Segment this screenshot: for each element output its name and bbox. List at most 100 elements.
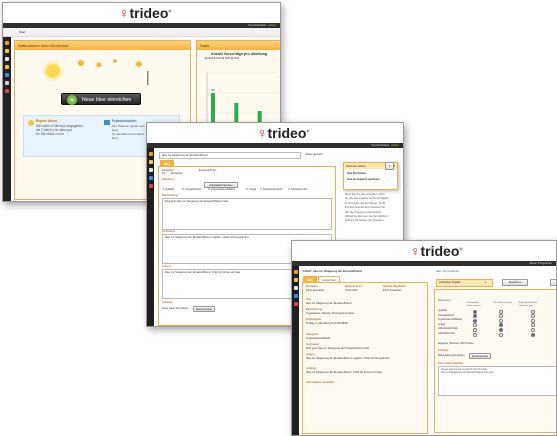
attach-label: Anhänge (438, 349, 449, 352)
rating-radio[interactable] (473, 318, 477, 323)
home-icon[interactable] (293, 270, 298, 274)
chart-data-label: 80 (211, 88, 215, 92)
settings-icon[interactable] (5, 73, 9, 77)
rating-radio[interactable] (499, 327, 503, 332)
popup-item-save-draft[interactable]: Idee als Entwurf speichern (347, 178, 380, 181)
categories-value: Organisation/Abläufe (306, 337, 331, 340)
home-icon[interactable] (148, 152, 153, 156)
window-header: ♀trideo® (292, 241, 556, 261)
new-idea-button[interactable]: + Neue Idee einreichen (61, 93, 141, 105)
inner-link[interactable]: Idee: 123 Gutachten (436, 270, 460, 273)
help-button[interactable]: ? (385, 162, 394, 170)
checkbox-safety[interactable]: ☐ Arbeitssicherheit (260, 188, 282, 191)
sidebar (147, 148, 154, 326)
next-button[interactable] (550, 279, 556, 286)
browse-button[interactable]: Durchsuchen (193, 306, 215, 312)
sidebar (3, 37, 11, 201)
lightbulb-icon[interactable] (5, 49, 9, 53)
comment-label: Kommentar Gutachter (438, 362, 464, 365)
promo-text: Ihre Prämien gesammelt Euro Ihr aktueller … (112, 124, 145, 140)
chart-legend: ■ 2009 ■ 2010 ■ 2011 ■ 2012 (205, 57, 240, 60)
window-header: ♀trideo® (147, 123, 403, 143)
trideo-logo-mark-icon: ♀ (119, 5, 130, 21)
topbar-link[interactable]: Ideen Programm (530, 261, 552, 265)
plus-icon: + (67, 95, 77, 105)
rating-radio[interactable] (499, 314, 503, 319)
rating-radio[interactable] (499, 323, 503, 328)
attach-text: Neue Datei hinzufügen (162, 307, 189, 310)
rating-radio[interactable] (499, 332, 503, 337)
rating-radio[interactable] (531, 323, 535, 328)
rating-radio[interactable] (473, 309, 477, 314)
checkbox-quality[interactable]: ☐ Qualität (162, 188, 174, 191)
settings-icon[interactable] (293, 294, 298, 298)
meta-label-date: Eingereicht am (345, 285, 363, 288)
lightbulb-icon[interactable] (148, 160, 153, 164)
settings-icon[interactable] (148, 176, 153, 180)
rating-col-1: Kein Verbesserung (493, 302, 512, 304)
save-button[interactable]: Speichern (502, 279, 528, 286)
action-select[interactable]: Gutachten Abgabe ▾ (436, 279, 493, 287)
title-label: Titel (306, 298, 311, 301)
rating-radio[interactable] (473, 327, 477, 332)
stats-icon[interactable] (148, 184, 153, 188)
stats-icon[interactable] (293, 302, 298, 306)
rating-radio[interactable] (531, 309, 535, 314)
breadcrumb: Start (3, 28, 280, 37)
rating-row-label: Organisation/Abläufe (438, 318, 463, 322)
lightbulb-icon[interactable] (293, 278, 298, 282)
trideo-logo-mark-icon: ♀ (410, 243, 421, 259)
current-state-label: Ist-Zustand (162, 230, 175, 233)
search-icon[interactable] (293, 286, 298, 290)
rating-col-2: Außergewöhnliche Verbesserung (519, 302, 538, 307)
description-label: Beschreibung (306, 308, 322, 311)
submitter-value: Ich (162, 172, 166, 175)
browse-button[interactable]: Durchsuchen (469, 353, 491, 359)
stats-icon[interactable] (5, 89, 9, 93)
reviewer-info-label: Informationen Gutachter (306, 381, 334, 384)
rating-radio[interactable] (499, 318, 503, 323)
comment-textarea[interactable]: Dieses Kommentar ist jetzt für die Ihnen… (438, 366, 556, 396)
solution-value: Idee zur Steigerung der Einsatzeffizienz… (306, 357, 390, 360)
review-panel: Bewertung Mehrgeltigte Verbesserung Kein… (434, 289, 556, 433)
home-icon[interactable] (5, 41, 9, 45)
review-window: ♀trideo® Ideen Programm 123417: Idee zur… (291, 240, 557, 436)
classification-label: Zuordnung (162, 178, 175, 181)
topbar-user[interactable]: Kontoinhaber (371, 143, 389, 147)
trideo-logo: ♀trideo® (410, 243, 463, 259)
search-icon[interactable] (5, 57, 9, 61)
account-icon (104, 120, 110, 125)
meta-value-editor: Ernst Gutachter (383, 289, 402, 292)
trideo-logo: ♀trideo® (119, 5, 172, 21)
popup-item-submit[interactable]: Idee Einreichen (347, 172, 366, 175)
topbar-status: online (390, 143, 399, 147)
rating-radio[interactable] (499, 309, 503, 314)
rating-row-label: Arbeitssicherheit (438, 327, 458, 331)
area-value: Freitag, 9. Mai 2012 09:20:38 MESZ (306, 322, 348, 325)
ideas-title: Eigene Ideen (36, 119, 57, 123)
meta-label-submitter: Einreicher (306, 285, 318, 288)
rating-radio[interactable] (473, 332, 477, 337)
checkbox-image[interactable]: ☐ Image (246, 188, 256, 191)
people-icon[interactable] (5, 81, 9, 85)
rating-row-label: Umweltschutz (438, 313, 455, 317)
idea-title-input[interactable]: Idee zur Steigerung der Einsatzeffizienz (159, 152, 301, 159)
received-label: Eingereicht am (199, 169, 217, 172)
meta-value-date: 01.03.2012 (345, 289, 358, 292)
topbar-user[interactable]: Kontoinhaber (248, 23, 266, 27)
rating-radio[interactable] (531, 318, 535, 323)
rating-radio[interactable] (531, 332, 535, 337)
rating-row-label: Image (438, 322, 446, 326)
checkbox-comfort[interactable]: ☐ Arbeitskomfort (288, 188, 308, 191)
search-icon[interactable] (148, 168, 153, 172)
ideas-icon[interactable] (5, 65, 9, 69)
checkbox-organisation[interactable]: ☑ Organisation/Abläufe (208, 188, 235, 191)
description-textarea[interactable]: Eine gute Idee zur Steigerung der Einsat… (162, 198, 332, 230)
checkbox-environment[interactable]: ☐ Umweltschutz (182, 188, 201, 191)
rating-radio[interactable] (473, 314, 477, 319)
rating-radio[interactable] (531, 327, 535, 332)
trideo-logo-mark-icon: ♀ (257, 125, 268, 141)
rating-radio[interactable] (531, 314, 535, 319)
rating-radio[interactable] (473, 323, 477, 328)
breadcrumb-start[interactable]: Start (19, 30, 25, 34)
